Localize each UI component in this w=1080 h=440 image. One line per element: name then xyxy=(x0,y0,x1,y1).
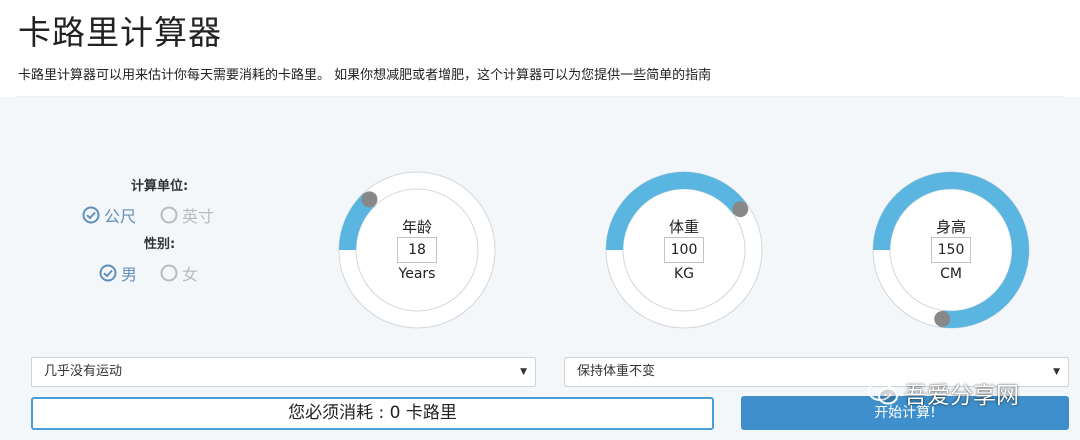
age-dial[interactable]: 年龄 Years xyxy=(338,171,496,329)
height-input[interactable] xyxy=(931,237,971,263)
page-title: 卡路里计算器 xyxy=(18,13,222,52)
height-dial-knob[interactable] xyxy=(934,310,951,327)
gender-female-radio[interactable]: 女 xyxy=(160,261,198,285)
unit-imperial-radio[interactable]: 英寸 xyxy=(160,203,214,227)
age-label: 年龄 xyxy=(401,218,432,236)
calculate-button[interactable]: 开始计算! xyxy=(741,396,1069,430)
gender-male-label: 男 xyxy=(121,265,138,284)
weight-label: 体重 xyxy=(668,218,699,236)
gender-female-label: 女 xyxy=(182,265,199,284)
weight-dial[interactable]: 体重 KG xyxy=(605,171,763,329)
weight-input[interactable] xyxy=(664,237,704,263)
units-label: 计算单位: xyxy=(131,179,189,194)
unit-imperial-label: 英寸 xyxy=(182,207,215,226)
activity-select[interactable]: 几乎没有运动 ▼ xyxy=(31,357,536,387)
unit-metric-label: 公尺 xyxy=(104,207,137,226)
goal-select-value: 保持体重不变 xyxy=(577,364,656,379)
height-unit: CM xyxy=(940,266,962,282)
height-label: 身高 xyxy=(935,218,966,236)
weight-unit: KG xyxy=(673,266,695,282)
age-dial-knob[interactable] xyxy=(361,191,378,208)
result-display: 您必须消耗 : 0 卡路里 xyxy=(31,397,714,430)
empty-circle-icon xyxy=(160,206,178,224)
dropdown-arrow-icon: ▼ xyxy=(520,367,527,377)
check-circle-icon xyxy=(82,206,100,224)
weight-dial-knob[interactable] xyxy=(732,201,749,218)
page-description: 卡路里计算器可以用来估计你每天需要消耗的卡路里。 如果你想减肥或者增肥，这个计算… xyxy=(18,68,712,83)
check-circle-icon xyxy=(99,264,117,282)
activity-select-value: 几乎没有运动 xyxy=(44,364,123,379)
age-input[interactable] xyxy=(397,237,437,263)
gender-label: 性别: xyxy=(144,237,176,252)
goal-select[interactable]: 保持体重不变 ▼ xyxy=(564,357,1069,387)
height-dial[interactable]: 身高 CM xyxy=(872,171,1030,329)
gender-male-radio[interactable]: 男 xyxy=(99,261,137,285)
header: 卡路里计算器 卡路里计算器可以用来估计你每天需要消耗的卡路里。 如果你想减肥或者… xyxy=(0,0,1080,96)
unit-metric-radio[interactable]: 公尺 xyxy=(82,203,136,227)
empty-circle-icon xyxy=(160,264,178,282)
age-unit: Years xyxy=(398,266,436,282)
dropdown-arrow-icon: ▼ xyxy=(1053,367,1060,377)
